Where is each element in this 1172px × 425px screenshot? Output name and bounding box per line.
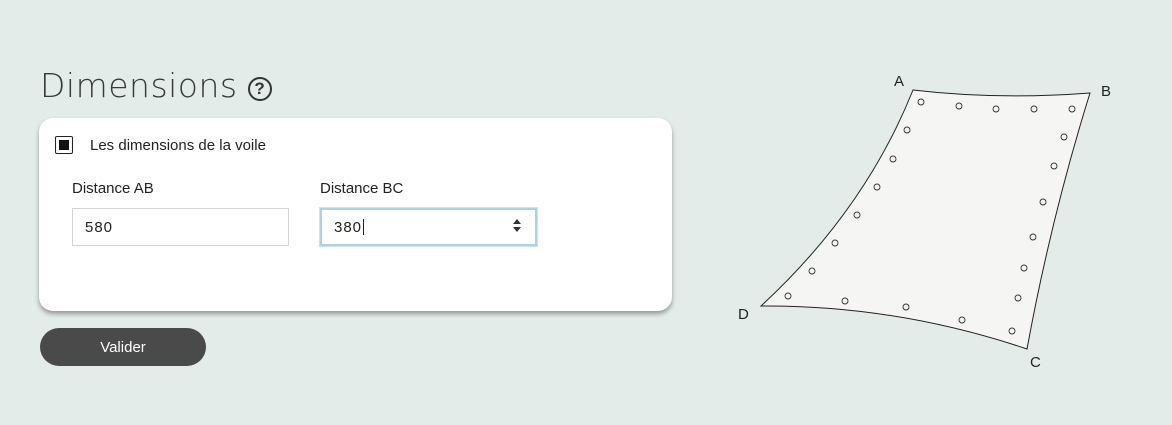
distance-bc-label: Distance BC [320, 180, 404, 197]
spin-up-icon[interactable] [513, 219, 521, 224]
dimensions-card: Les dimensions de la voile Distance AB 5… [39, 118, 672, 311]
sail-dimensions-checkbox[interactable] [55, 136, 73, 154]
corner-label-a: A [894, 73, 904, 90]
distance-ab-field: Distance AB 580 [72, 180, 289, 246]
sail-dimensions-label: Les dimensions de la voile [90, 136, 266, 154]
title-row: Dimensions ? [40, 66, 272, 105]
sail-diagram: A B C D [738, 73, 1111, 371]
text-caret [363, 219, 365, 235]
validate-button[interactable]: Valider [40, 328, 206, 366]
sail-shape [759, 89, 1091, 350]
distance-ab-label: Distance AB [72, 180, 154, 197]
number-spinner[interactable] [513, 219, 521, 232]
corner-label-c: C [1030, 354, 1041, 371]
distance-ab-value: 580 [85, 218, 114, 236]
distance-bc-value: 380 [334, 218, 363, 236]
help-icon[interactable]: ? [247, 76, 272, 101]
corner-label-d: D [738, 306, 749, 323]
distance-bc-input[interactable]: 380 [319, 207, 538, 247]
distance-ab-input[interactable]: 580 [72, 208, 289, 246]
sail-dimensions-option[interactable]: Les dimensions de la voile [55, 136, 266, 154]
distance-bc-field: Distance BC 380 [319, 180, 538, 247]
spin-down-icon[interactable] [513, 227, 521, 232]
checkbox-checked-indicator [59, 140, 69, 150]
corner-label-b: B [1101, 83, 1111, 100]
page-title: Dimensions [40, 66, 238, 105]
